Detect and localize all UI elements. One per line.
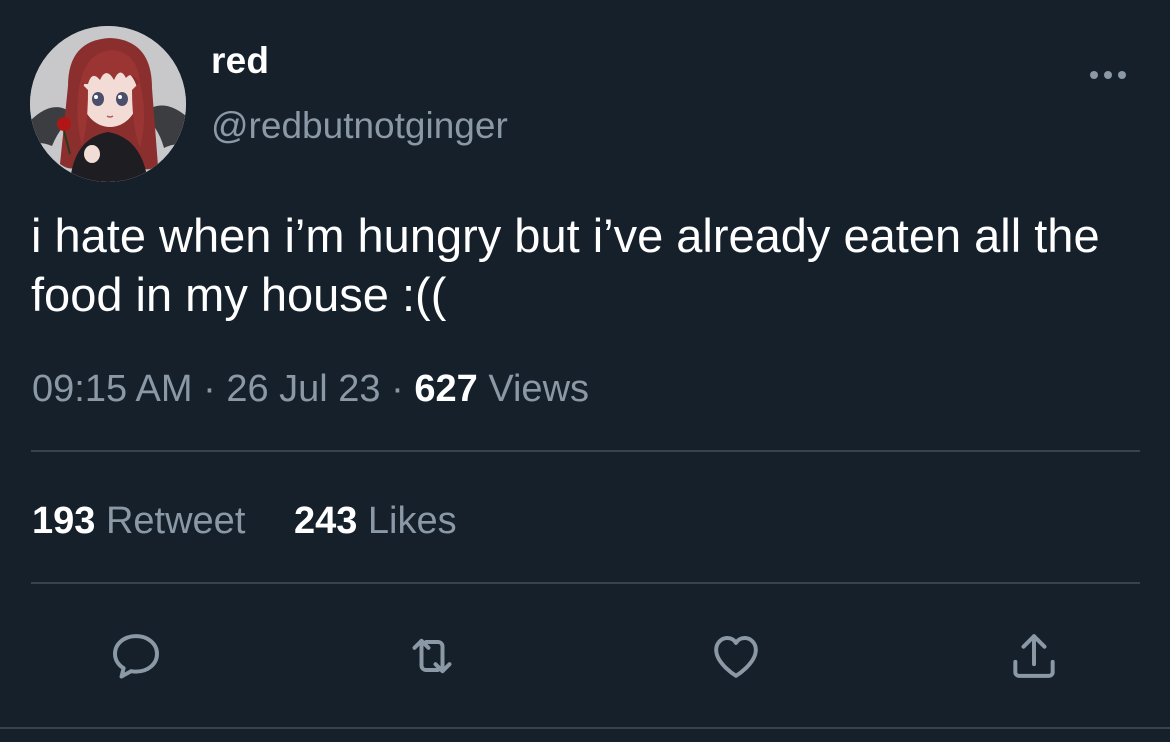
tweet-time[interactable]: 09:15 AM: [32, 368, 193, 410]
retweet-icon: [412, 638, 452, 674]
views-count: 627: [414, 368, 478, 410]
divider: [0, 727, 1170, 729]
likes-stat[interactable]: 243 Likes: [294, 500, 457, 543]
tweet-detail: red @redbutnotginger i hate when i’m hun…: [0, 0, 1170, 742]
user-handle[interactable]: @redbutnotginger: [211, 105, 508, 147]
views-label: Views: [488, 368, 590, 410]
avatar[interactable]: [30, 26, 186, 182]
engagement-stats: 193 Retweet 243 Likes: [32, 500, 457, 543]
share-button[interactable]: [1002, 624, 1066, 688]
likes-count: 243: [293, 500, 358, 542]
meta-separator: ·: [203, 368, 216, 410]
like-button[interactable]: [704, 624, 768, 688]
retweets-count: 193: [32, 500, 96, 542]
reply-icon: [113, 634, 159, 679]
tweet-meta: 09:15 AM · 26 Jul 23 · 627 Views: [32, 368, 589, 411]
retweets-label: Retweet: [105, 500, 246, 542]
heart-icon: [714, 636, 758, 678]
likes-label: Likes: [367, 500, 457, 542]
retweet-button[interactable]: [400, 624, 464, 688]
retweets-stat[interactable]: 193 Retweet: [32, 500, 245, 543]
anime-avatar-icon: [30, 26, 186, 182]
more-dots-icon: [1090, 71, 1126, 79]
divider: [31, 450, 1140, 452]
tweet-text: i hate when i’m hungry but i’ve already …: [31, 209, 1100, 321]
tweet-date[interactable]: 26 Jul 23: [226, 368, 380, 410]
reply-button[interactable]: [104, 624, 168, 688]
display-name[interactable]: red: [211, 40, 269, 82]
meta-separator: ·: [391, 368, 404, 410]
more-options-button[interactable]: [1084, 58, 1132, 92]
divider: [31, 582, 1140, 584]
share-icon: [1013, 634, 1055, 678]
